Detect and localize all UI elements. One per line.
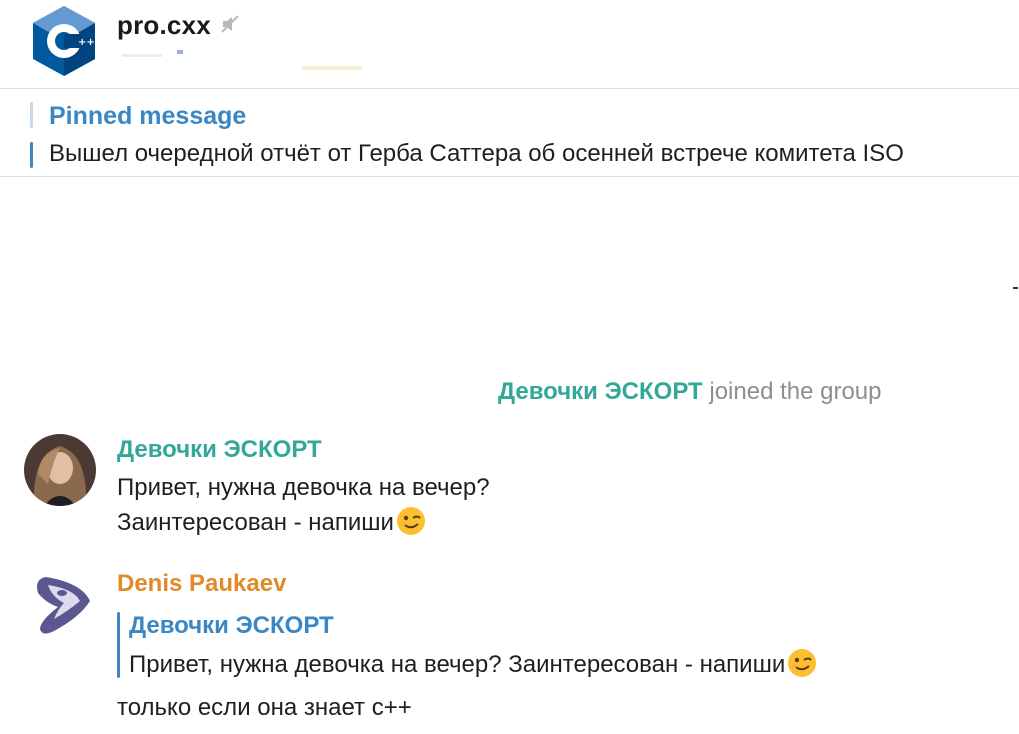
message-text-line: Привет, нужна девочка на вечер? xyxy=(117,474,490,501)
avatar-photo-icon xyxy=(24,434,96,506)
cpp-logo-icon[interactable]: ++ xyxy=(30,4,98,78)
reply-quote-bar xyxy=(117,612,120,678)
reply-text-line[interactable]: Привет, нужна девочка на вечер? Заинтере… xyxy=(129,648,817,679)
pin-indicator-inactive xyxy=(30,102,33,128)
chat-window: ++ pro.cxx Pinned message Вышел очередно… xyxy=(0,0,1019,734)
avatar-denis[interactable] xyxy=(24,567,96,639)
avatar-escort[interactable] xyxy=(24,434,96,506)
blurred-subtitle xyxy=(122,50,362,70)
pinned-text: Вышел очередной отчёт от Герба Саттера о… xyxy=(49,140,904,167)
scroll-marker xyxy=(1013,287,1018,289)
muted-speaker-icon xyxy=(221,15,239,33)
system-member-name[interactable]: Девочки ЭСКОРТ xyxy=(498,378,703,405)
system-text: joined the group xyxy=(709,378,882,405)
winking-face-icon xyxy=(396,507,425,535)
gentoo-logo-icon xyxy=(24,567,96,639)
system-join-message: Девочки ЭСКОРТ joined the group xyxy=(498,378,882,406)
winking-face-icon xyxy=(788,649,817,677)
header-divider xyxy=(0,88,1019,89)
message-sender[interactable]: Девочки ЭСКОРТ xyxy=(117,436,322,464)
chat-title: pro.cxx xyxy=(117,10,211,40)
reply-sender[interactable]: Девочки ЭСКОРТ xyxy=(129,612,334,640)
pin-indicator-active xyxy=(30,142,33,168)
pinned-message-bar[interactable]: Pinned message Вышел очередной отчёт от … xyxy=(0,90,1019,176)
pinned-title: Pinned message xyxy=(49,102,247,130)
reply-text: Привет, нужна девочка на вечер? Заинтере… xyxy=(129,651,786,678)
message-text-fragment: Заинтересован - напиши xyxy=(117,509,394,536)
message-sender[interactable]: Denis Paukaev xyxy=(117,570,286,598)
message-text-line: Заинтересован - напиши xyxy=(117,506,426,537)
message-text: только если она знает с++ xyxy=(117,694,412,721)
chat-header[interactable]: ++ pro.cxx xyxy=(0,0,1019,88)
svg-text:++: ++ xyxy=(78,37,95,48)
pinned-divider xyxy=(0,176,1019,177)
